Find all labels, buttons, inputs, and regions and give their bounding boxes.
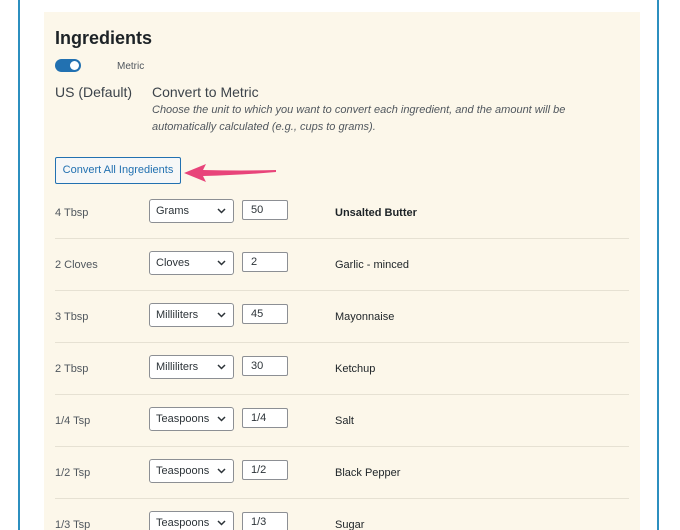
unit-select-value: Cloves — [156, 257, 190, 269]
unit-select-value: Teaspoons — [156, 465, 210, 477]
unit-select[interactable]: Teaspoons — [149, 407, 234, 431]
ingredient-list: 4 Tbsp Grams 50 Unsalted Butter 2 Cloves Clov… — [55, 187, 629, 530]
ingredient-name: Ketchup — [335, 363, 376, 375]
chevron-down-icon — [217, 312, 226, 318]
unit-select-value: Teaspoons — [156, 517, 210, 529]
original-amount: 2 Cloves — [55, 259, 98, 271]
unit-select-value: Milliliters — [156, 309, 199, 321]
ingredient-row: 1/3 Tsp Teaspoons 1/3 Sugar — [55, 499, 629, 530]
quantity-input[interactable]: 45 — [242, 304, 288, 324]
ingredient-row: 1/2 Tsp Teaspoons 1/2 Black Pepper — [55, 447, 629, 499]
chevron-down-icon — [217, 520, 226, 526]
frame-border-left — [18, 0, 20, 530]
unit-select[interactable]: Teaspoons — [149, 459, 234, 483]
unit-select[interactable]: Grams — [149, 199, 234, 223]
metric-toggle[interactable] — [55, 59, 81, 72]
ingredient-name: Salt — [335, 415, 354, 427]
ingredient-row: 2 Cloves Cloves 2 Garlic - minced — [55, 239, 629, 291]
original-amount: 4 Tbsp — [55, 207, 89, 219]
ingredient-row: 2 Tbsp Milliliters 30 Ketchup — [55, 343, 629, 395]
chevron-down-icon — [217, 208, 226, 214]
quantity-input[interactable]: 1/2 — [242, 460, 288, 480]
original-amount: 3 Tbsp — [55, 311, 89, 323]
quantity-input[interactable]: 2 — [242, 252, 288, 272]
unit-select-value: Milliliters — [156, 361, 199, 373]
quantity-input[interactable]: 50 — [242, 200, 288, 220]
ingredient-row: 3 Tbsp Milliliters 45 Mayonnaise — [55, 291, 629, 343]
quantity-input[interactable]: 1/3 — [242, 512, 288, 530]
ingredient-name: Black Pepper — [335, 467, 401, 479]
ingredient-name: Unsalted Butter — [335, 207, 417, 219]
original-amount: 1/4 Tsp — [55, 415, 91, 427]
us-default-option[interactable]: US (Default) — [55, 84, 132, 100]
section-title: Ingredients — [55, 28, 153, 48]
quantity-input[interactable]: 1/4 — [242, 408, 288, 428]
quantity-input[interactable]: 30 — [242, 356, 288, 376]
chevron-down-icon — [217, 416, 226, 422]
toggle-knob — [70, 61, 79, 70]
chevron-down-icon — [217, 468, 226, 474]
convert-metric-title: Convert to Metric — [152, 84, 259, 100]
ingredient-row: 1/4 Tsp Teaspoons 1/4 Salt — [55, 395, 629, 447]
ingredient-name: Sugar — [335, 519, 365, 530]
unit-select-value: Teaspoons — [156, 413, 210, 425]
ingredient-row: 4 Tbsp Grams 50 Unsalted Butter — [55, 187, 629, 239]
original-amount: 2 Tbsp — [55, 363, 89, 375]
convert-all-button[interactable]: Convert All Ingredients — [55, 157, 181, 184]
original-amount: 1/3 Tsp — [55, 519, 91, 530]
unit-select[interactable]: Teaspoons — [149, 511, 234, 530]
convert-metric-description: Choose the unit to which you want to con… — [152, 104, 566, 133]
frame-border-right — [657, 0, 659, 530]
unit-select[interactable]: Cloves — [149, 251, 234, 275]
chevron-down-icon — [217, 364, 226, 370]
ingredients-panel: Ingredients Metric US (Default) Convert … — [44, 12, 640, 530]
original-amount: 1/2 Tsp — [55, 467, 91, 479]
chevron-down-icon — [217, 260, 226, 266]
unit-select[interactable]: Milliliters — [149, 355, 234, 379]
unit-select-value: Grams — [156, 205, 189, 217]
ingredient-name: Mayonnaise — [335, 311, 395, 323]
unit-select[interactable]: Milliliters — [149, 303, 234, 327]
ingredient-name: Garlic - minced — [335, 259, 409, 271]
toggle-label: Metric — [117, 61, 145, 72]
pointer-arrow-icon — [184, 164, 276, 182]
